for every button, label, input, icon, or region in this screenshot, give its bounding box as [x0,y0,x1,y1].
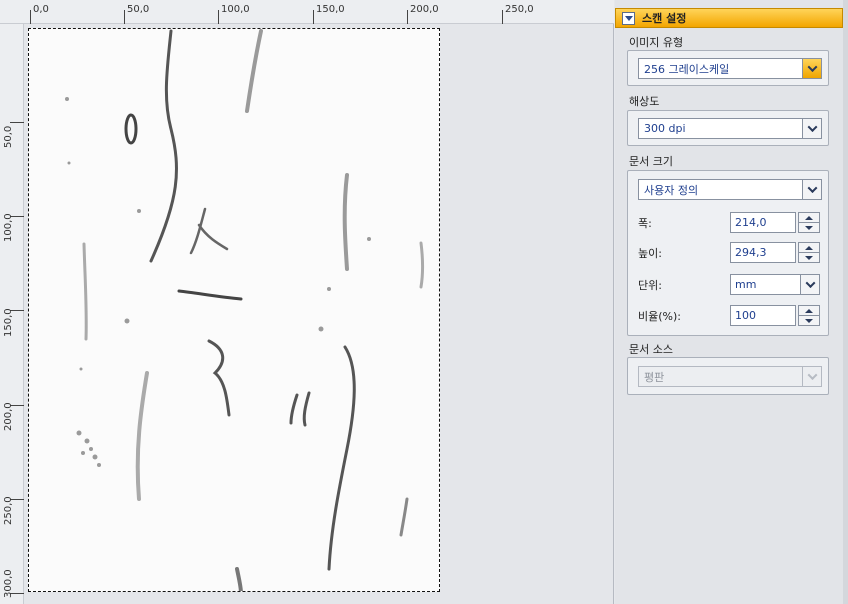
width-row: 폭: 214,0 [638,212,822,233]
ruler-label: 250,0 [3,496,14,525]
ratio-row: 비율(%): 100 [638,305,822,326]
image-type-value: 256 그레이스케일 [644,62,730,76]
ruler-label: 100,0 [221,4,250,15]
ruler-tick [30,10,31,24]
ruler-tick [407,10,408,24]
document-source-group: 평판 [627,357,829,395]
ruler-label: 150,0 [3,308,14,337]
vertical-ruler: 50,0 100,0 150,0 200,0 250,0 300,0 [0,24,24,604]
ratio-label: 비율(%): [638,310,681,323]
document-size-select[interactable]: 사용자 정의 [638,179,822,200]
unit-row: 단위: mm [638,274,822,295]
arrow-down-icon [805,256,813,260]
resolution-group: 300 dpi [627,110,829,146]
document-size-dropdown-button[interactable] [802,180,821,199]
document-size-label: 문서 크기 [629,155,673,168]
unit-dropdown-button[interactable] [800,275,819,294]
resolution-dropdown-button[interactable] [802,119,821,138]
panel-title: 스캔 설정 [642,12,687,25]
ruler-label: 150,0 [316,4,345,15]
calligraphy-preview-image [65,29,424,591]
scan-settings-panel: 스캔 설정 이미지 유형 256 그레이스케일 해상도 300 dpi 문서 크… [615,0,848,604]
chevron-down-icon [624,15,633,21]
ruler-tick [502,10,503,24]
ruler-label: 0,0 [33,4,49,15]
ruler-label: 200,0 [3,402,14,431]
height-stepper[interactable] [798,242,820,263]
ruler-label: 300,0 [3,569,14,598]
arrow-up-icon [805,308,813,313]
image-type-dropdown-button[interactable] [802,59,821,78]
height-row: 높이: 294,3 [638,242,822,263]
stepper-up-button[interactable] [799,213,819,223]
stepper-down-button[interactable] [799,253,819,263]
unit-select[interactable]: mm [730,274,820,295]
arrow-up-icon [805,215,813,220]
chevron-down-icon [807,122,817,133]
horizontal-ruler: 0,0 50,0 100,0 150,0 200,0 250,0 [0,0,614,24]
scan-preview-area: 0,0 50,0 100,0 150,0 200,0 250,0 50,0 10… [0,0,614,604]
ruler-tick [124,10,125,24]
height-input[interactable]: 294,3 [730,242,796,263]
arrow-down-icon [805,319,813,323]
ruler-label: 200,0 [410,4,439,15]
image-type-group: 256 그레이스케일 [627,50,829,86]
stepper-up-button[interactable] [799,306,819,316]
resolution-select[interactable]: 300 dpi [638,118,822,139]
document-source-label: 문서 소스 [629,343,673,356]
chevron-down-icon [807,62,817,73]
document-source-dropdown-button [802,367,821,386]
document-source-select: 평판 [638,366,822,387]
document-source-value: 평판 [644,370,665,384]
arrow-up-icon [805,245,813,250]
ruler-label: 50,0 [3,125,14,148]
ratio-input[interactable]: 100 [730,305,796,326]
stepper-up-button[interactable] [799,243,819,253]
height-label: 높이: [638,247,662,260]
scan-settings-header[interactable]: 스캔 설정 [615,8,843,28]
panel-scrollbar[interactable] [843,0,848,604]
chevron-down-icon [807,183,817,194]
image-type-select[interactable]: 256 그레이스케일 [638,58,822,79]
unit-label: 단위: [638,279,662,292]
arrow-down-icon [805,226,813,230]
ruler-tick [218,10,219,24]
ruler-label: 250,0 [505,4,534,15]
ratio-stepper[interactable] [798,305,820,326]
ruler-label: 50,0 [127,4,150,15]
chevron-down-icon [807,370,817,381]
stepper-down-button[interactable] [799,223,819,233]
width-input[interactable]: 214,0 [730,212,796,233]
image-type-label: 이미지 유형 [629,36,684,49]
chevron-down-icon [805,278,815,289]
resolution-label: 해상도 [629,95,660,108]
ruler-tick [10,122,24,123]
document-size-value: 사용자 정의 [644,183,699,197]
resolution-value: 300 dpi [644,122,686,135]
scan-selection-area[interactable] [28,28,440,592]
ruler-label: 100,0 [3,213,14,242]
document-size-group: 사용자 정의 폭: 214,0 높이: 294,3 단위: mm 비율(%): … [627,170,829,336]
collapse-toggle[interactable] [622,11,635,25]
stepper-down-button[interactable] [799,316,819,326]
width-stepper[interactable] [798,212,820,233]
ruler-tick [313,10,314,24]
unit-value: mm [735,278,757,291]
width-label: 폭: [638,217,652,230]
